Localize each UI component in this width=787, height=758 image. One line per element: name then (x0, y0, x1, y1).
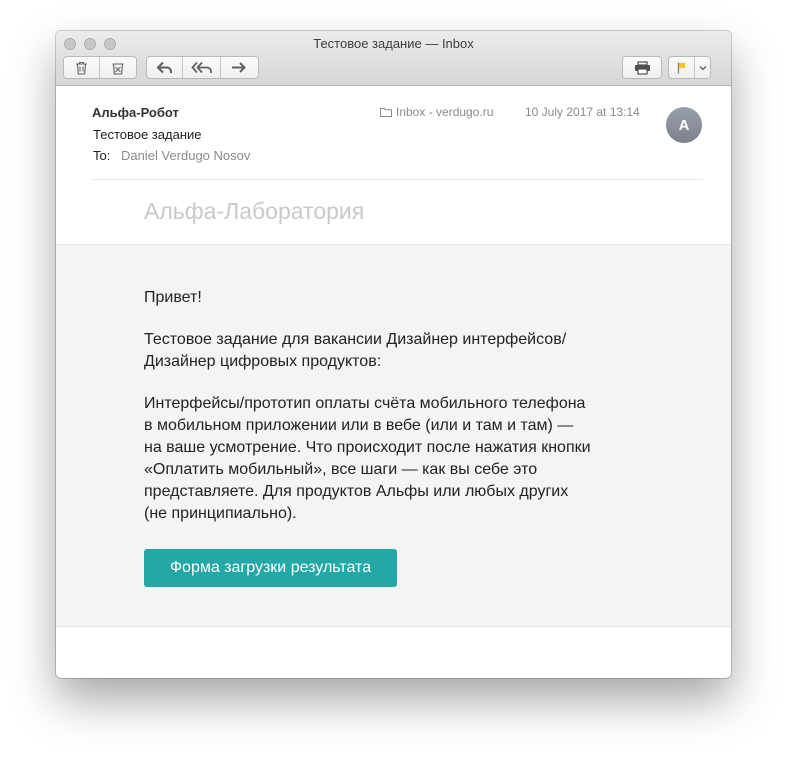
reply-group (146, 56, 259, 79)
flag-group (668, 56, 711, 79)
task-paragraph: Интерфейсы/прототип оплаты счёта мобильн… (144, 393, 614, 525)
flag-menu-button[interactable] (695, 57, 710, 78)
window-title: Тестовое задание — Inbox (313, 36, 474, 51)
text-line: (не принципиально). (144, 505, 297, 522)
header-divider (92, 179, 703, 180)
delete-group (63, 56, 137, 79)
reply-all-icon (190, 61, 213, 74)
text-line: представляете. Для продуктов Альфы или л… (144, 483, 569, 500)
text-line: Интерфейсы/прототип оплаты счёта мобильн… (144, 395, 586, 412)
message-body: Привет! Тестовое задание для вакансии Ди… (56, 244, 731, 627)
mail-window: Тестовое задание — Inbox Альфа-Робот Тес… (56, 31, 731, 678)
delete-button[interactable] (64, 57, 100, 78)
junk-button[interactable] (100, 57, 136, 78)
message-header: Альфа-Робот Тестовое задание To: Daniel … (56, 87, 731, 244)
print-icon (634, 60, 651, 75)
greeting-paragraph: Привет! (144, 287, 614, 309)
text-line: Тестовое задание для вакансии Дизайнер и… (144, 331, 567, 348)
to-label: To: (93, 148, 111, 163)
print-group (622, 56, 662, 79)
message-date: 10 July 2017 at 13:14 (525, 105, 640, 119)
mailbox-location: Inbox - verdugo.ru (380, 105, 493, 119)
message-subject: Тестовое задание (93, 127, 202, 142)
mailbox-label: Inbox - verdugo.ru (396, 105, 494, 119)
vacancy-paragraph: Тестовое задание для вакансии Дизайнер и… (144, 329, 614, 373)
text-line: «Оплатить мобильный», все шаги — как вы … (144, 461, 538, 478)
brand-title: Альфа-Лаборатория (144, 198, 365, 224)
reply-button[interactable] (147, 57, 184, 78)
sender-name[interactable]: Альфа-Робот (92, 105, 179, 120)
flag-icon (677, 62, 687, 74)
flag-button[interactable] (669, 57, 695, 78)
text-line: в мобильном приложении или в вебе (или и… (144, 417, 574, 434)
text-line: Дизайнер цифровых продуктов: (144, 353, 382, 370)
print-button[interactable] (623, 57, 661, 78)
folder-icon (380, 107, 392, 117)
forward-icon (231, 61, 247, 74)
reply-all-button[interactable] (183, 57, 221, 78)
avatar: A (666, 107, 702, 143)
reply-icon (156, 61, 173, 74)
text-line: на ваше усмотрение. Что происходит после… (144, 439, 591, 456)
recipient-name[interactable]: Daniel Verdugo Nosov (121, 148, 250, 163)
upload-form-button[interactable]: Форма загрузки результата (144, 549, 397, 587)
trash-icon (75, 61, 88, 75)
forward-button[interactable] (221, 57, 258, 78)
chevron-down-icon (699, 65, 707, 71)
text-line: Привет! (144, 289, 202, 306)
title-bar: Тестовое задание — Inbox (56, 31, 731, 86)
junk-icon (111, 61, 125, 75)
